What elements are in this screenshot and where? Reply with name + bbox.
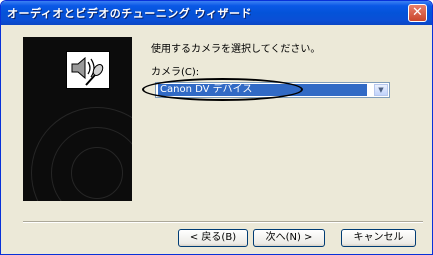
close-icon: ✕: [412, 5, 423, 20]
camera-label: カメラ(C):: [151, 67, 200, 78]
window-title: オーディオとビデオのチューニング ウィザード: [7, 7, 253, 20]
select-camera-prompt: 使用するカメラを選択してください。: [151, 44, 321, 55]
wizard-content: 使用するカメラを選択してください。 カメラ(C): Canon DV デバイス …: [4, 25, 429, 251]
wizard-side-panel: [23, 37, 132, 201]
back-button[interactable]: < 戻る(B): [178, 229, 248, 247]
chevron-down-icon[interactable]: ▼: [374, 84, 388, 96]
next-button[interactable]: 次へ(N) >: [253, 229, 325, 247]
divider: [23, 221, 423, 223]
close-button[interactable]: ✕: [408, 4, 427, 22]
highlight-oval: [142, 78, 303, 101]
cancel-button[interactable]: キャンセル: [341, 229, 416, 247]
title-bar[interactable]: オーディオとビデオのチューニング ウィザード ✕: [1, 1, 432, 25]
wizard-window: オーディオとビデオのチューニング ウィザード ✕ 使用するカメラを選択してくださ…: [0, 0, 433, 255]
decorative-ring: [71, 147, 123, 199]
speaker-microphone-icon: [66, 51, 110, 89]
